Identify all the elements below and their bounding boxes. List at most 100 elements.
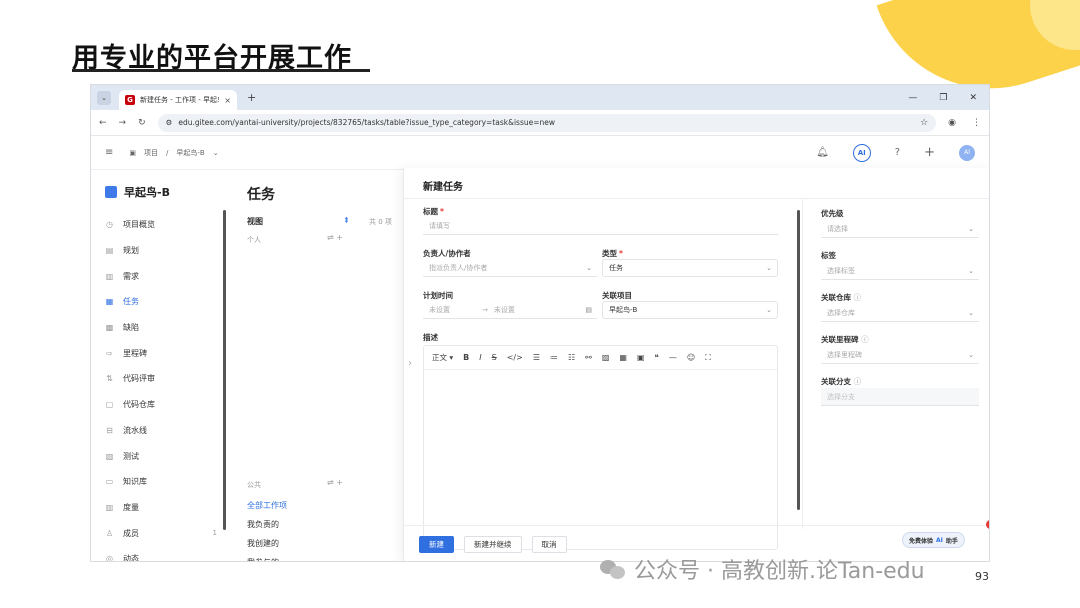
breadcrumb-project[interactable]: 项目 <box>144 148 158 158</box>
reload-icon[interactable]: ↻ <box>138 118 146 128</box>
info-icon[interactable]: ⓘ <box>854 293 862 302</box>
chevron-down-icon: ⌄ <box>968 266 974 275</box>
public-views-label: 公共 <box>247 481 261 489</box>
app-header: ≡ ▣ 项目 / 早起鸟-B ⌄ 🔔︎ AI ? + Al <box>91 136 989 170</box>
description-editor[interactable]: 正文 ▾ B I S </> ☰ ≔ ☷ ⚯ ▨ ▦ ▣ ❝ — ☺ ⛶ <box>423 345 778 550</box>
breadcrumb-current[interactable]: 早起鸟-B <box>176 148 204 158</box>
minimize-icon[interactable]: — <box>908 93 917 103</box>
range-arrow-icon: → <box>482 305 488 314</box>
sidebar-item-bug[interactable]: ▩ 缺陷 <box>105 315 217 341</box>
project-icon: ▣ <box>129 148 137 157</box>
sidebar-item-knowledge-base[interactable]: ▭ 知识库 <box>105 469 217 495</box>
cancel-button[interactable]: 取消 <box>531 536 567 553</box>
breadcrumb-chevron-down-icon[interactable]: ⌄ <box>213 149 219 157</box>
view-item[interactable]: 我创建的 <box>247 534 287 553</box>
bullet-list-icon[interactable]: ☰ <box>533 353 540 362</box>
ordered-list-icon[interactable]: ≔ <box>550 353 558 362</box>
close-window-icon[interactable]: ✕ <box>969 93 977 103</box>
schedule-range-input[interactable]: 未设置 → 未设置 ▤ <box>423 301 597 319</box>
site-settings-icon[interactable]: ⚙ <box>166 118 173 127</box>
strikethrough-icon[interactable]: S <box>492 353 497 362</box>
image-icon[interactable]: ▨ <box>602 353 610 362</box>
heading-select[interactable]: 正文 ▾ <box>432 352 453 363</box>
italic-icon[interactable]: I <box>479 353 481 362</box>
back-icon[interactable]: ← <box>99 118 107 128</box>
priority-select[interactable]: 请选择 ⌄ <box>821 220 979 238</box>
tab-close-icon[interactable]: × <box>224 96 231 105</box>
sidebar-item-task[interactable]: ▦ 任务 <box>105 289 217 315</box>
user-avatar[interactable]: Al <box>959 144 975 161</box>
sidebar-item-overview[interactable]: ◷ 项目概览 <box>105 212 217 238</box>
sort-icon[interactable]: ⇌ <box>327 233 334 242</box>
ai-helper-button[interactable]: 免费体验 AI 助手 <box>902 532 965 548</box>
branch-select[interactable]: 选择分支 <box>821 388 979 406</box>
member-count: 1 <box>212 529 217 538</box>
repository-icon: ▢ <box>105 400 114 410</box>
related-project-select[interactable]: 早起鸟-B ⌄ <box>602 301 778 319</box>
ai-assistant-button[interactable]: AI <box>852 143 871 162</box>
task-list-icon[interactable]: ☷ <box>568 353 575 362</box>
quote-icon[interactable]: ❝ <box>655 353 659 362</box>
emoji-icon[interactable]: ☺ <box>687 353 695 362</box>
add-view-icon[interactable]: + <box>336 233 343 242</box>
milestone-select[interactable]: 选择里程碑 ⌄ <box>821 346 979 364</box>
sidebar-item-requirement[interactable]: ▥ 需求 <box>105 263 217 289</box>
tab-list-icon[interactable]: ⌄ <box>97 90 111 105</box>
bold-icon[interactable]: B <box>463 353 469 362</box>
forward-icon[interactable]: → <box>119 118 127 128</box>
new-tab-icon[interactable]: + <box>247 91 256 104</box>
fullscreen-icon[interactable]: ⛶ <box>705 353 711 363</box>
sort-icon[interactable]: ⇌ <box>327 478 334 487</box>
sidebar-item-plan[interactable]: ▤ 规划 <box>105 238 217 264</box>
tags-select[interactable]: 选择标签 ⌄ <box>821 262 979 280</box>
assignee-select[interactable]: 指派负责人/协作者 ⌄ <box>423 259 597 277</box>
menu-icon[interactable]: ≡ <box>105 147 113 158</box>
notification-bell-icon[interactable]: 🔔︎ <box>816 147 829 158</box>
media-icon[interactable]: ▣ <box>637 353 645 362</box>
sidebar-item-code-review[interactable]: ⇅ 代码评审 <box>105 366 217 392</box>
bookmark-star-icon[interactable]: ☆ <box>920 118 928 128</box>
create-button[interactable]: 新建 <box>419 536 454 553</box>
link-icon[interactable]: ⚯ <box>585 353 592 362</box>
title-input[interactable]: 请填写 <box>423 217 778 235</box>
create-continue-button[interactable]: 新建并继续 <box>464 536 522 553</box>
restore-icon[interactable]: ❐ <box>939 93 947 103</box>
info-icon[interactable]: ⓘ <box>854 377 862 386</box>
sidebar-scrollbar[interactable] <box>223 210 226 530</box>
browser-menu-icon[interactable]: ⋮ <box>972 118 981 128</box>
bug-icon: ▩ <box>105 323 114 333</box>
start-date[interactable]: 未设置 <box>429 305 450 315</box>
total-count: 共 0 项 <box>369 218 392 226</box>
pin-icon[interactable]: ⇞ <box>343 216 350 225</box>
browser-tab[interactable]: G 新建任务 - 工作项 - 早起鸟-B × <box>119 90 237 110</box>
view-item[interactable]: 全部工作项 <box>247 496 287 515</box>
table-icon[interactable]: ▦ <box>619 353 627 362</box>
personal-views-label: 个人 <box>247 236 261 244</box>
end-date[interactable]: 未设置 <box>494 305 515 315</box>
sidebar-item-repository[interactable]: ▢ 代码仓库 <box>105 392 217 418</box>
view-item[interactable]: 我参与的 <box>247 553 287 561</box>
sidebar-item-activity[interactable]: ◎ 动态 <box>105 546 217 561</box>
sidebar-item-test[interactable]: ▧ 测试 <box>105 443 217 469</box>
sidebar-item-members[interactable]: ♙ 成员 1 <box>105 520 217 546</box>
type-select[interactable]: 任务 ⌄ <box>602 259 778 277</box>
sidebar-item-milestone[interactable]: ⇨ 里程碑 <box>105 340 217 366</box>
code-icon[interactable]: </> <box>507 353 523 362</box>
info-icon[interactable]: ⓘ <box>861 335 869 344</box>
chevron-down-icon: ⌄ <box>968 224 974 233</box>
sidebar-item-label: 代码仓库 <box>123 400 155 410</box>
add-icon[interactable]: + <box>924 145 935 160</box>
collapse-chevron-icon[interactable]: › <box>408 358 412 369</box>
add-view-icon[interactable]: + <box>336 478 343 487</box>
repo-select[interactable]: 选择仓库 ⌄ <box>821 304 979 322</box>
profile-icon[interactable]: ◉ <box>948 118 956 128</box>
view-item[interactable]: 我负责的 <box>247 515 287 534</box>
sidebar-item-metrics[interactable]: ▥ 度量 <box>105 495 217 521</box>
form-scrollbar[interactable] <box>797 210 800 510</box>
divider-icon[interactable]: — <box>669 353 677 362</box>
help-icon[interactable]: ? <box>895 147 900 158</box>
sidebar-item-pipeline[interactable]: ⊟ 流水线 <box>105 418 217 444</box>
public-views-list: 全部工作项我负责的我创建的我参与的父级工作项 <box>247 496 287 561</box>
url-input[interactable]: ⚙ edu.gitee.com/yantai-university/projec… <box>157 113 937 132</box>
project-header[interactable]: 早起鸟-B <box>105 184 170 200</box>
